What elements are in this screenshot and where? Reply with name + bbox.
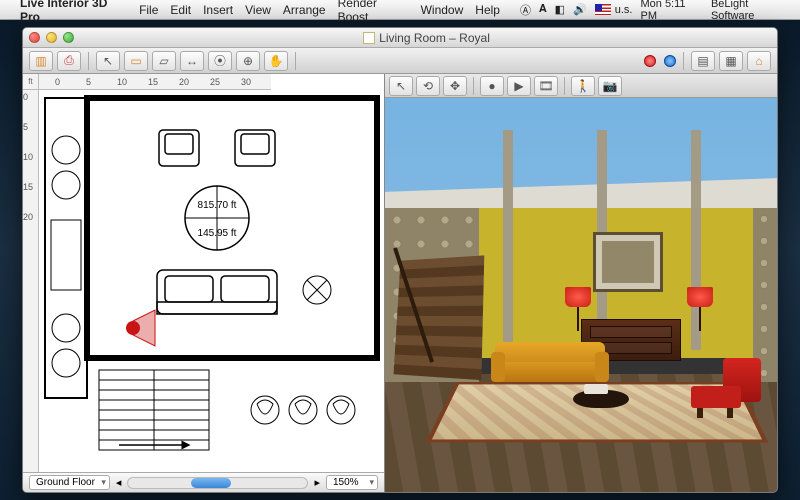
camera-marker[interactable]	[126, 310, 155, 346]
close-button[interactable]	[29, 32, 40, 43]
wall-tool[interactable]: ▭	[124, 51, 148, 71]
ruler-horizontal[interactable]: 051015202530	[39, 74, 271, 90]
panel-3d: ↖ ⟲ ✥ ● ▶ 🎞 🚶 📷	[385, 74, 777, 492]
floor-tool[interactable]: ▱	[152, 51, 176, 71]
us-flag-icon	[595, 4, 611, 15]
zoom-tool[interactable]: ⊕	[236, 51, 260, 71]
menu-arrange[interactable]: Arrange	[283, 3, 326, 17]
ruler-unit[interactable]: ft	[23, 74, 39, 90]
scene-pillar	[503, 130, 513, 351]
inspector-2d-button[interactable]: ▤	[691, 51, 715, 71]
play-button[interactable]: ▶	[507, 76, 531, 96]
scene-wall-stone-right	[753, 208, 777, 381]
info-button[interactable]	[664, 55, 676, 67]
movie-button[interactable]: 🎞	[534, 76, 558, 96]
zoom-button[interactable]	[63, 32, 74, 43]
dim-width: 815.70 ft	[198, 200, 237, 211]
toolbar-divider	[473, 77, 474, 95]
floor-selector[interactable]: Ground Floor	[29, 475, 110, 490]
walk-button[interactable]: 🚶	[571, 76, 595, 96]
scrollbar-thumb[interactable]	[191, 478, 231, 488]
status-input-source[interactable]: u.s.	[595, 4, 633, 16]
menu-view[interactable]: View	[245, 3, 271, 17]
menu-window[interactable]: Window	[421, 3, 464, 17]
scene-coffee-table	[573, 390, 629, 408]
dim-depth: 145.95 ft	[198, 228, 237, 239]
render-viewport[interactable]	[385, 98, 777, 492]
pointer-3d-tool[interactable]: ↖	[389, 76, 413, 96]
status-volume-icon[interactable]: 🔊	[573, 3, 587, 16]
menu-help[interactable]: Help	[475, 3, 500, 17]
scene-lamp	[687, 287, 713, 331]
scene-stairs	[393, 255, 484, 380]
main-toolbar: ▥ ⎙ ↖ ▭ ▱ ↔ ⦿ ⊕ ✋ ▤ ▦ ⌂	[23, 48, 777, 74]
scene-lamp	[565, 287, 591, 331]
content-split: ft 051015202530 05101520	[23, 74, 777, 492]
library-button[interactable]: ▥	[29, 51, 53, 71]
ruler-vertical[interactable]: 05101520	[23, 90, 39, 472]
menu-insert[interactable]: Insert	[203, 3, 233, 17]
status-text-indicator[interactable]: Ⓐ	[520, 2, 531, 18]
menu-file[interactable]: File	[139, 3, 158, 17]
horizontal-scrollbar[interactable]	[127, 477, 308, 489]
zoom-selector[interactable]: 150%	[326, 475, 378, 490]
toolbar-divider	[88, 52, 89, 70]
camera-mark-tool[interactable]: ⦿	[208, 51, 232, 71]
snapshot-button[interactable]: 📷	[598, 76, 622, 96]
scene-armchair	[691, 358, 761, 418]
status-clock[interactable]: Mon 5:11 PM	[640, 0, 702, 22]
status-shape-indicator[interactable]: ◧	[555, 3, 565, 16]
toolbar-divider	[564, 77, 565, 95]
toolbar-divider	[683, 52, 684, 70]
minimize-button[interactable]	[46, 32, 57, 43]
orbit-tool[interactable]: ⟲	[416, 76, 440, 96]
home-button[interactable]: ⌂	[747, 51, 771, 71]
window-titlebar[interactable]: Living Room – Royal	[23, 28, 777, 48]
window-traffic-lights	[29, 32, 74, 43]
print-button[interactable]: ⎙	[57, 51, 81, 71]
floor-plan-svg: 815.70 ft 145.95 ft	[39, 90, 384, 470]
document-icon	[363, 32, 375, 44]
panel-2d: ft 051015202530 05101520	[23, 74, 385, 492]
toolbar-3d: ↖ ⟲ ✥ ● ▶ 🎞 🚶 📷	[385, 74, 777, 98]
window-title: Living Room – Royal	[82, 31, 771, 45]
scroll-right-icon[interactable]: ▸	[314, 476, 320, 489]
scene-mirror	[593, 232, 663, 292]
menu-render-boost[interactable]: Render Boost	[338, 0, 409, 24]
fly-tool[interactable]: ✥	[443, 76, 467, 96]
toolbar-divider	[295, 52, 296, 70]
app-name[interactable]: Live Interior 3D Pro	[20, 0, 127, 24]
status-bar-2d: Ground Floor ◂ ▸ 150%	[23, 472, 384, 492]
inspector-3d-button[interactable]: ▦	[719, 51, 743, 71]
menu-edit[interactable]: Edit	[170, 3, 191, 17]
scroll-left-icon[interactable]: ◂	[116, 476, 122, 489]
pointer-tool[interactable]: ↖	[96, 51, 120, 71]
status-font-indicator[interactable]: 𝐀	[539, 3, 547, 16]
scene-3d	[385, 98, 777, 492]
plan-canvas[interactable]: 815.70 ft 145.95 ft	[39, 90, 384, 472]
pan-tool[interactable]: ✋	[264, 51, 288, 71]
dimension-tool[interactable]: ↔	[180, 51, 204, 71]
materials-button[interactable]	[644, 55, 656, 67]
macos-menubar: Live Interior 3D Pro File Edit Insert Vi…	[0, 0, 800, 20]
record-button[interactable]: ●	[480, 76, 504, 96]
app-window: Living Room – Royal ▥ ⎙ ↖ ▭ ▱ ↔ ⦿ ⊕ ✋ ▤ …	[22, 27, 778, 493]
status-vendor[interactable]: BeLight Software	[711, 0, 792, 22]
